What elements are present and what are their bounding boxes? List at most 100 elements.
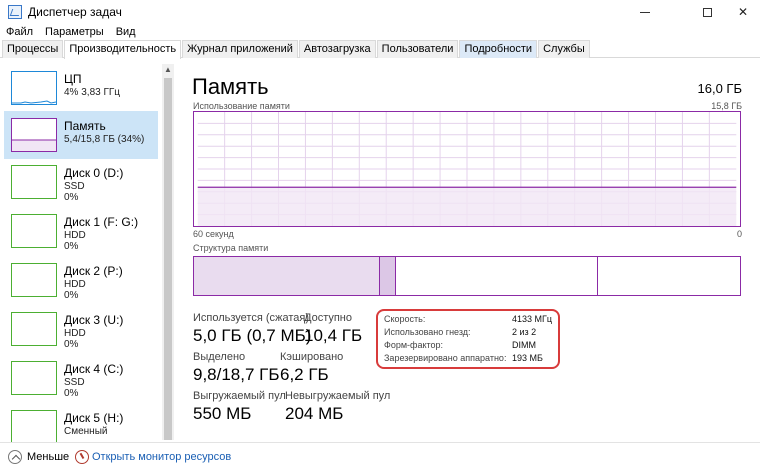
sidebar-item-type: SSD <box>64 377 85 388</box>
tab-bar: Процессы Производительность Журнал прило… <box>0 40 760 59</box>
sidebar-item-type: HDD <box>64 279 86 290</box>
reserved-value: 193 МБ <box>512 353 543 363</box>
sidebar-item-usage: 0% <box>64 339 79 350</box>
scroll-thumb[interactable] <box>164 78 172 440</box>
memory-structure-label: Структура памяти <box>193 243 269 253</box>
sidebar-item-usage: 0% <box>64 290 79 301</box>
task-manager-icon <box>8 5 22 19</box>
nonpaged-pool-value: 204 МБ <box>285 404 344 423</box>
sidebar-item-disk0[interactable]: Диск 0 (D:) SSD 0% <box>4 158 158 206</box>
tab-services[interactable]: Службы <box>538 40 590 58</box>
sidebar-item-title: Диск 0 (D:) <box>64 166 124 180</box>
sidebar-item-type: HDD <box>64 328 86 339</box>
disk-thumbnail <box>11 214 57 248</box>
menu-options[interactable]: Параметры <box>39 24 110 40</box>
in-use-value: 5,0 ГБ (0,7 МБ) <box>193 326 312 345</box>
fewer-details-button[interactable]: Меньше <box>27 451 69 463</box>
close-icon: ✕ <box>737 5 749 19</box>
form-factor-value: DIMM <box>512 340 536 350</box>
paged-pool-label: Выгружаемый пул <box>193 390 286 402</box>
sidebar-item-detail: 4% 3,83 ГГц <box>64 87 121 98</box>
form-factor-label: Форм-фактор: <box>384 340 444 350</box>
usage-graph-max: 15,8 ГБ <box>711 101 742 111</box>
title-bar: Диспетчер задач ✕ <box>0 0 760 24</box>
menu-bar: Файл Параметры Вид <box>0 24 142 40</box>
sidebar-item-type: Сменный <box>64 426 108 437</box>
memory-segment-free[interactable] <box>598 257 740 295</box>
sidebar-item-title: Память <box>64 119 106 133</box>
memory-structure-bar[interactable] <box>193 256 741 296</box>
footer-bar: Меньше Открыть монитор ресурсов <box>0 442 760 473</box>
usage-area <box>197 187 737 226</box>
sidebar-item-cpu[interactable]: ЦП 4% 3,83 ГГц <box>4 64 158 112</box>
memory-thumbnail <box>11 118 57 152</box>
memory-segment-standby[interactable] <box>396 257 599 295</box>
sidebar-item-disk2[interactable]: Диск 2 (P:) HDD 0% <box>4 256 158 304</box>
total-memory: 16,0 ГБ <box>697 81 742 96</box>
nonpaged-pool-label: Невыгружаемый пул <box>285 390 391 402</box>
minimize-icon <box>640 11 650 13</box>
sidebar-item-title: Диск 3 (U:) <box>64 313 124 327</box>
sidebar-item-type: SSD <box>64 181 85 192</box>
tab-details[interactable]: Подробности <box>459 40 538 58</box>
sidebar-item-usage: 0% <box>64 192 79 203</box>
sidebar-item-usage: 0% <box>64 388 79 399</box>
slots-label: Использовано гнезд: <box>384 327 471 337</box>
available-value: 10,4 ГБ <box>304 326 363 345</box>
sidebar-item-title: Диск 1 (F: G:) <box>64 215 139 229</box>
disk-thumbnail <box>11 312 57 346</box>
minimize-button[interactable] <box>622 0 668 24</box>
menu-file[interactable]: Файл <box>0 24 39 40</box>
paged-pool-value: 550 МБ <box>193 404 252 423</box>
cpu-thumbnail <box>11 71 57 105</box>
sidebar-item-memory[interactable]: Память 5,4/15,8 ГБ (34%) <box>4 111 158 159</box>
tab-app-history[interactable]: Журнал приложений <box>182 40 298 58</box>
sidebar-item-disk3[interactable]: Диск 3 (U:) HDD 0% <box>4 305 158 353</box>
speed-label: Скорость: <box>384 314 426 324</box>
sidebar-item-usage: 0% <box>64 241 79 252</box>
available-label: Доступно <box>304 312 353 324</box>
sidebar-item-title: ЦП <box>64 72 82 86</box>
disk-thumbnail <box>11 263 57 297</box>
page-title: Память <box>192 74 269 99</box>
cached-label: Кэшировано <box>280 351 344 363</box>
slots-value: 2 из 2 <box>512 327 537 337</box>
sidebar-item-detail: 5,4/15,8 ГБ (34%) <box>64 134 145 145</box>
usage-graph-label: Использование памяти <box>193 101 290 111</box>
hardware-info-box: Скорость: 4133 МГц Использовано гнезд: 2… <box>376 309 560 369</box>
sidebar-item-title: Диск 5 (H:) <box>64 411 124 425</box>
memory-segment-in-use[interactable] <box>194 257 380 295</box>
sidebar-item-title: Диск 4 (C:) <box>64 362 124 376</box>
menu-view[interactable]: Вид <box>110 24 142 40</box>
close-button[interactable]: ✕ <box>720 0 760 24</box>
reserved-label: Зарезервировано аппаратно: <box>384 353 507 363</box>
window-title: Диспетчер задач <box>28 5 122 19</box>
fewer-details-icon[interactable] <box>8 450 22 464</box>
sidebar-item-type: HDD <box>64 230 86 241</box>
tab-startup[interactable]: Автозагрузка <box>298 40 376 58</box>
sidebar-item-disk5[interactable]: Диск 5 (H:) Сменный <box>4 403 158 442</box>
committed-value: 9,8/18,7 ГБ <box>193 365 280 384</box>
sidebar-item-title: Диск 2 (P:) <box>64 264 123 278</box>
tab-processes[interactable]: Процессы <box>2 40 64 58</box>
disk-thumbnail <box>11 165 57 199</box>
tab-performance[interactable]: Производительность <box>64 40 182 59</box>
memory-segment-modified[interactable] <box>379 257 396 295</box>
scroll-up-arrow-icon[interactable]: ▲ <box>162 64 174 76</box>
sidebar-scrollbar[interactable]: ▲ <box>162 64 174 440</box>
committed-label: Выделено <box>193 351 246 363</box>
disk-thumbnail <box>11 361 57 395</box>
sidebar-item-disk1[interactable]: Диск 1 (F: G:) HDD 0% <box>4 207 158 255</box>
resource-list: ЦП 4% 3,83 ГГц Память 5,4/15,8 ГБ (34%) … <box>0 60 162 442</box>
cached-value: 6,2 ГБ <box>280 365 329 384</box>
memory-usage-graph <box>193 111 741 227</box>
maximize-icon <box>702 7 712 17</box>
graph-time-span: 60 секунд <box>193 229 234 239</box>
resource-monitor-icon[interactable] <box>75 450 89 464</box>
speed-value: 4133 МГц <box>512 314 553 324</box>
sidebar-item-disk4[interactable]: Диск 4 (C:) SSD 0% <box>4 354 158 402</box>
graph-time-end: 0 <box>736 229 742 239</box>
disk-thumbnail <box>11 410 57 442</box>
open-resource-monitor-link[interactable]: Открыть монитор ресурсов <box>92 451 231 463</box>
tab-users[interactable]: Пользователи <box>376 40 459 58</box>
